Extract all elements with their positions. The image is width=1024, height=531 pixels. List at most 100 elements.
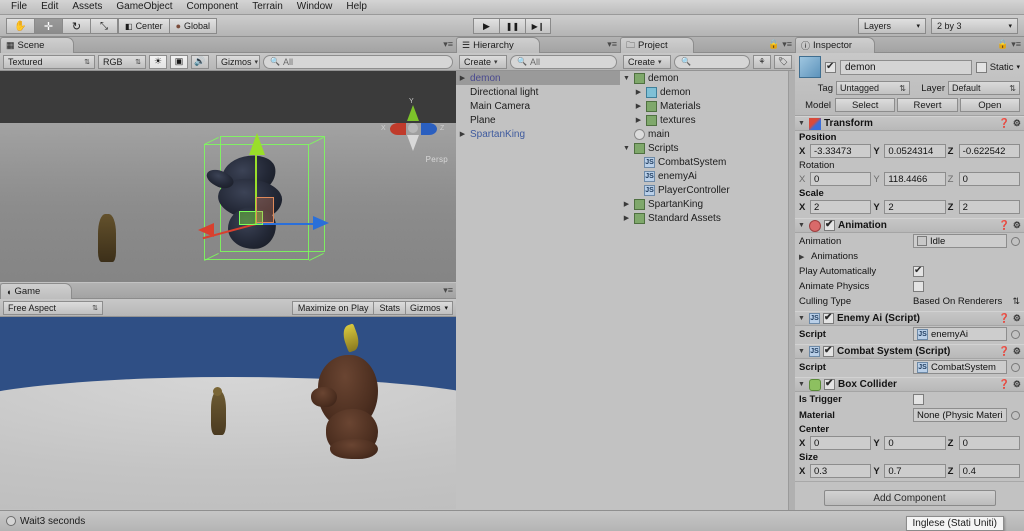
layers-dropdown[interactable]: Layers ▾	[858, 18, 926, 34]
chevron-down-icon[interactable]: ▼	[798, 381, 806, 388]
combat-system-script-picker[interactable]	[1011, 362, 1020, 372]
menu-item-terrain[interactable]: Terrain	[245, 0, 290, 14]
step-button[interactable]: ▶❙	[525, 18, 551, 34]
menu-item-window[interactable]: Window	[290, 0, 340, 14]
animate-physics-checkbox[interactable]	[913, 281, 924, 292]
chevron-right-icon[interactable]: ▶	[799, 253, 807, 261]
hamburger-icon[interactable]: ▾≡	[1011, 39, 1021, 50]
model-revert-button[interactable]: Revert	[897, 98, 958, 112]
is-trigger-checkbox[interactable]	[913, 394, 924, 405]
gear-icon[interactable]: ⚙	[1013, 346, 1021, 357]
maximize-on-play-toggle[interactable]: Maximize on Play	[291, 300, 374, 315]
model-open-button[interactable]: Open	[959, 98, 1020, 112]
size-y-field[interactable]: 0.7	[884, 464, 946, 478]
pivot-center-button[interactable]: ◧ Center	[118, 18, 169, 34]
rotate-tool-button[interactable]: ↻	[62, 18, 90, 34]
scene-lighting-toggle[interactable]: ☀	[149, 54, 167, 69]
hierarchy-create-button[interactable]: Create ▾	[459, 54, 507, 69]
object-enabled-checkbox[interactable]	[825, 61, 836, 73]
hierarchy-item-demon[interactable]: ▶ demon	[456, 71, 620, 85]
scene-projection-label[interactable]: Persp	[426, 155, 448, 164]
chevron-right-icon[interactable]: ▶	[458, 74, 467, 82]
game-viewport[interactable]	[0, 317, 456, 509]
project-tree[interactable]: ▼ demon ▶ demon ▶ Materials ▶ textures m…	[620, 71, 795, 510]
scene-draw-mode-dropdown[interactable]: Textured ⇅	[3, 54, 95, 69]
chevron-down-icon[interactable]: ▾	[1016, 63, 1020, 71]
project-item-enemyai[interactable]: JS enemyAi	[620, 169, 795, 183]
hierarchy-item-spartanking[interactable]: ▶ SpartanKing	[456, 127, 620, 141]
play-automatically-checkbox[interactable]	[913, 265, 924, 277]
hamburger-icon[interactable]: ▾≡	[782, 39, 792, 50]
chevron-right-icon[interactable]: ▶	[622, 200, 631, 208]
tab-scene[interactable]: ▦ Scene	[0, 37, 74, 53]
project-item-spartanking[interactable]: ▶ SpartanKing	[620, 197, 795, 211]
project-item-textures[interactable]: ▶ textures	[620, 113, 795, 127]
game-aspect-dropdown[interactable]: Free Aspect ⇅	[3, 300, 103, 315]
updown-arrow-icon[interactable]: ⇅	[1012, 296, 1020, 307]
animation-clip-field[interactable]: Idle	[913, 234, 1007, 248]
tab-project[interactable]: 🗀 Project	[620, 37, 694, 53]
chevron-down-icon[interactable]: ▼	[622, 145, 631, 152]
chevron-down-icon[interactable]: ▼	[798, 315, 806, 322]
component-header-transform[interactable]: ▼ Transform ❓ ⚙	[795, 116, 1024, 131]
move-tool-button[interactable]: ✛	[34, 18, 62, 34]
lock-icon[interactable]: 🔒	[768, 39, 779, 50]
hierarchy-search-input[interactable]: 🔍 All	[510, 54, 617, 69]
chevron-down-icon[interactable]: ▼	[798, 222, 806, 229]
chevron-right-icon[interactable]: ▶	[634, 88, 643, 96]
scene-fx-toggle[interactable]: ▣	[170, 54, 188, 69]
physic-material-field[interactable]: None (Physic Materi	[913, 408, 1007, 422]
hierarchy-tree[interactable]: ▶ demon Directional light Main Camera Pl…	[456, 71, 620, 510]
project-create-button[interactable]: Create ▾	[623, 54, 671, 69]
project-label-filter-button[interactable]: 🏷	[774, 54, 792, 69]
project-item-scripts-folder[interactable]: ▼ Scripts	[620, 141, 795, 155]
gizmo-z-cone[interactable]	[421, 123, 437, 135]
box-collider-enabled-checkbox[interactable]	[824, 378, 835, 390]
status-bar[interactable]: Wait3 seconds	[0, 510, 1024, 531]
static-group[interactable]: Static ▾	[975, 61, 1020, 73]
pause-button[interactable]: ❚❚	[499, 18, 525, 34]
chevron-right-icon[interactable]: ▶	[634, 116, 643, 124]
gizmo-axis-z-line[interactable]	[256, 223, 316, 225]
project-item-demon-folder[interactable]: ▼ demon	[620, 71, 795, 85]
component-header-combat-system[interactable]: ▼ JS Combat System (Script) ❓ ⚙	[795, 344, 1024, 359]
stats-toggle[interactable]: Stats	[373, 300, 405, 315]
hamburger-icon[interactable]: ▾≡	[607, 39, 617, 50]
hierarchy-item-plane[interactable]: Plane	[456, 113, 620, 127]
project-item-demon-prefab[interactable]: ▶ demon	[620, 85, 795, 99]
rotation-z-field[interactable]: 0	[958, 172, 1020, 186]
size-x-field[interactable]: 0.3	[810, 464, 872, 478]
project-item-main-scene[interactable]: main	[620, 127, 795, 141]
menu-item-help[interactable]: Help	[339, 0, 374, 14]
hierarchy-item-main-camera[interactable]: Main Camera	[456, 99, 620, 113]
project-item-materials[interactable]: ▶ Materials	[620, 99, 795, 113]
project-item-standard-assets[interactable]: ▶ Standard Assets	[620, 211, 795, 225]
object-name-field[interactable]: demon	[840, 59, 972, 75]
tab-inspector[interactable]: ⓘ Inspector	[795, 37, 875, 53]
scale-x-field[interactable]: 2	[810, 200, 872, 214]
center-x-field[interactable]: 0	[810, 436, 872, 450]
component-header-enemy-ai[interactable]: ▼ JS Enemy Ai (Script) ❓ ⚙	[795, 311, 1024, 326]
project-search-input[interactable]: 🔍	[674, 54, 750, 69]
hierarchy-item-directional-light[interactable]: Directional light	[456, 85, 620, 99]
enemy-ai-enabled-checkbox[interactable]	[823, 312, 834, 324]
game-gizmos-dropdown[interactable]: Gizmos ▾	[404, 300, 453, 315]
position-z-field[interactable]: -0.622542	[958, 144, 1020, 158]
lock-icon[interactable]: 🔒	[997, 39, 1008, 50]
scene-color-mode-dropdown[interactable]: RGB ⇅	[98, 54, 146, 69]
combat-system-script-field[interactable]: JS CombatSystem	[913, 360, 1007, 374]
center-z-field[interactable]: 0	[958, 436, 1020, 450]
rotation-y-field[interactable]: 118.4466	[884, 172, 946, 186]
menu-item-assets[interactable]: Assets	[65, 0, 109, 14]
help-icon[interactable]: ❓	[999, 379, 1010, 390]
scene-gizmos-dropdown[interactable]: Gizmos ▾	[216, 54, 260, 69]
size-z-field[interactable]: 0.4	[958, 464, 1020, 478]
help-icon[interactable]: ❓	[999, 346, 1010, 357]
gizmo-y-cone[interactable]	[407, 105, 419, 121]
enemy-ai-script-field[interactable]: JS enemyAi	[913, 327, 1007, 341]
position-x-field[interactable]: -3.33473	[810, 144, 872, 158]
animations-list-row[interactable]: ▶ Animations	[795, 249, 1024, 264]
menu-item-edit[interactable]: Edit	[34, 0, 65, 14]
menu-item-file[interactable]: File	[4, 0, 34, 14]
rotation-x-field[interactable]: 0	[810, 172, 872, 186]
